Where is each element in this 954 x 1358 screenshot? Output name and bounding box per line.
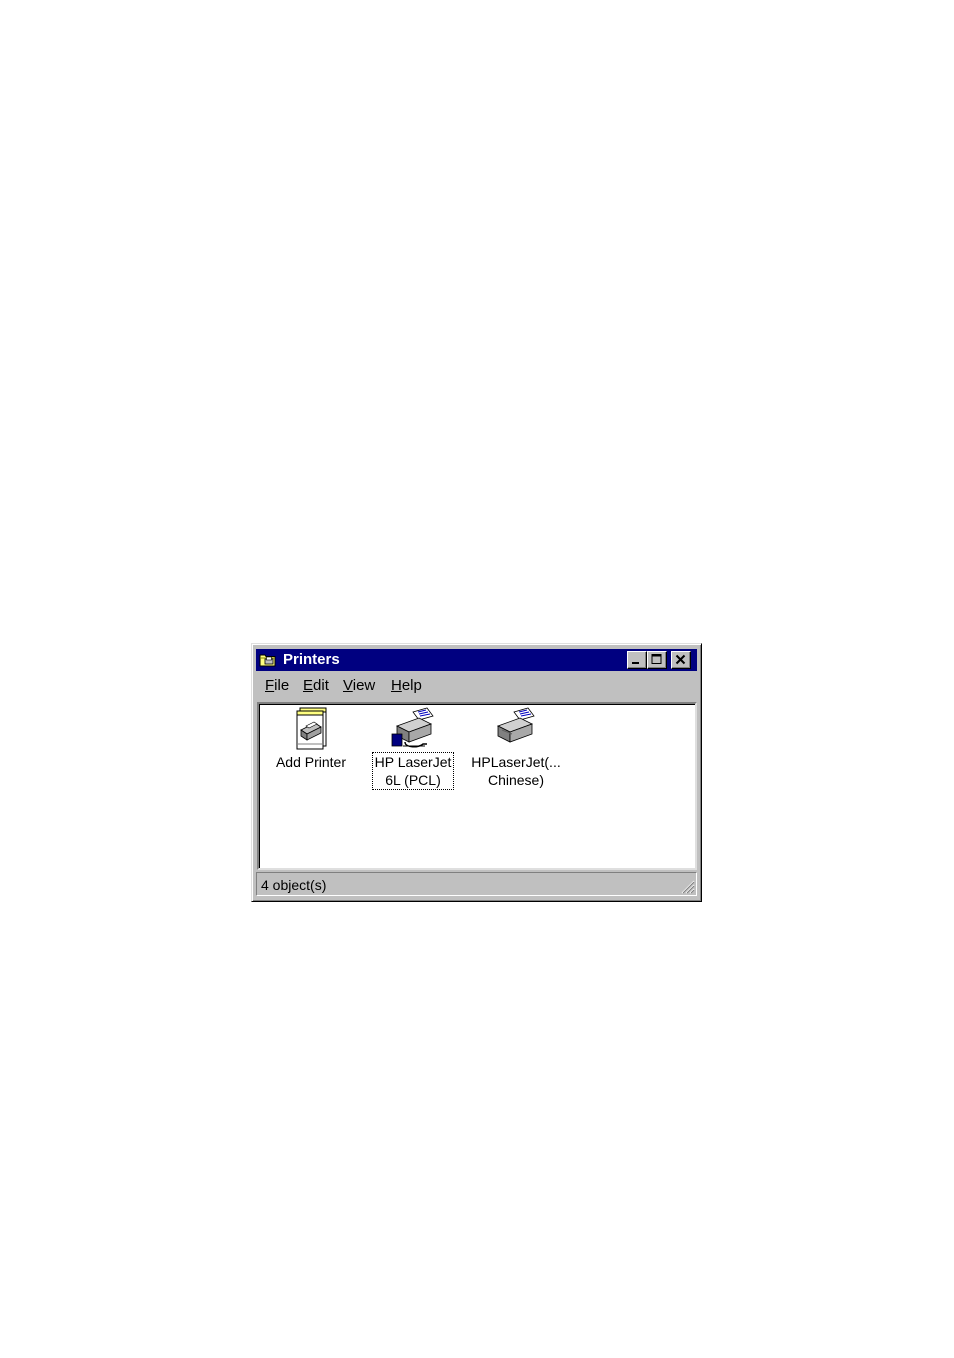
- maximize-button[interactable]: [647, 651, 667, 669]
- menu-help-label: elp: [401, 677, 422, 694]
- menu-edit-mnemonic: E: [303, 677, 314, 694]
- menu-view-mnemonic: V: [343, 677, 353, 694]
- menu-edit[interactable]: Edit: [303, 677, 329, 695]
- printers-list-view[interactable]: Add Printer HP LaserJet 6L (PCL) HPLaser…: [257, 702, 697, 870]
- menu-view[interactable]: View: [343, 677, 375, 695]
- title-bar[interactable]: Printers: [256, 649, 697, 671]
- menu-help-mnemonic: H: [391, 677, 402, 694]
- menu-edit-label: dit: [313, 677, 329, 694]
- printers-window: Printers File Edit View Help Add Printer…: [251, 643, 702, 902]
- resize-grip-icon[interactable]: [679, 878, 695, 894]
- hp-laserjet-chinese-item[interactable]: HPLaserJet(... Chinese): [468, 706, 564, 790]
- menu-file[interactable]: File: [265, 677, 289, 695]
- minimize-button[interactable]: [627, 651, 647, 669]
- close-icon: [675, 654, 686, 665]
- add-printer-label: Add Printer: [275, 754, 347, 770]
- status-pane: 4 object(s): [256, 872, 697, 896]
- hp-laserjet-chinese-label: HPLaserJet(... Chinese): [471, 754, 561, 788]
- menu-file-mnemonic: F: [265, 677, 275, 694]
- hp-laserjet-6l-label: HP LaserJet 6L (PCL): [371, 752, 455, 790]
- printer-icon: [496, 707, 535, 743]
- close-button[interactable]: [671, 651, 691, 669]
- network-printer-icon: [391, 707, 434, 748]
- hp-laserjet-6l-item[interactable]: HP LaserJet 6L (PCL): [365, 706, 461, 790]
- add-printer-item[interactable]: Add Printer: [263, 706, 359, 772]
- maximize-icon: [651, 654, 662, 664]
- menu-file-label: ile: [274, 677, 290, 694]
- status-bar: 4 object(s): [256, 872, 697, 896]
- menu-bar: File Edit View Help: [256, 675, 697, 697]
- window-title: Printers: [283, 651, 340, 668]
- menu-view-label: iew: [352, 677, 376, 694]
- menu-help[interactable]: Help: [391, 677, 422, 695]
- object-count: 4 object(s): [261, 877, 327, 893]
- add-printer-icon: [296, 707, 327, 750]
- minimize-icon: [632, 662, 639, 664]
- printers-folder-icon[interactable]: [259, 652, 277, 668]
